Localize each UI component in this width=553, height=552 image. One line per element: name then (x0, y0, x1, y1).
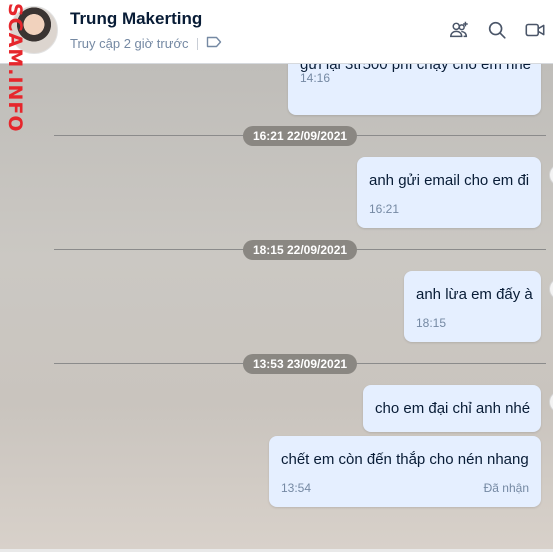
status-separator (197, 37, 199, 50)
message-text: gửi lại 3tr500 phí chạy cho em nhé (300, 64, 532, 73)
message-bubble[interactable]: gửi lại 3tr500 phí chạy cho em nhé 14:16 (288, 64, 541, 115)
date-pill: 13:53 23/09/2021 (242, 354, 358, 374)
add-member-button[interactable] (445, 16, 473, 44)
message-time: 18:15 (416, 316, 447, 330)
video-call-button[interactable] (521, 16, 549, 44)
message-time: 16:21 (369, 202, 400, 216)
chat-header: SCAM.INFO Trung Makerting Truy cập 2 giờ… (0, 0, 553, 132)
reaction-button[interactable] (549, 391, 553, 413)
date-divider: 16:21 22/09/2021 (54, 126, 546, 146)
reaction-button[interactable] (549, 164, 553, 186)
contact-status: Truy cập 2 giờ trước (70, 36, 222, 51)
message-text: chết em còn đến thắp cho nén nhang (281, 451, 529, 468)
add-user-icon (450, 21, 468, 38)
tag-icon[interactable] (206, 36, 222, 51)
search-button[interactable] (483, 16, 511, 44)
message-text: anh gửi email cho em đi (369, 172, 530, 189)
message-time: 13:54 (281, 481, 312, 495)
message-bubble[interactable]: chết em còn đến thắp cho nén nhang 13:54… (269, 436, 541, 507)
message-time: 14:16 (300, 71, 331, 85)
message-bubble[interactable]: anh lừa em đấy à 18:15 (404, 271, 541, 342)
date-pill: 16:21 22/09/2021 (242, 126, 358, 146)
last-seen-text: Truy cập 2 giờ trước (70, 36, 189, 51)
message-bubble[interactable]: anh gửi email cho em đi 16:21 (357, 157, 541, 228)
search-icon (488, 21, 506, 39)
reaction-button[interactable] (549, 278, 553, 300)
video-call-icon (525, 23, 545, 37)
delivery-status: Đã nhận (483, 481, 529, 495)
message-bubble[interactable]: cho em đại chỉ anh nhé (363, 385, 541, 432)
date-pill: 18:15 22/09/2021 (242, 240, 358, 260)
date-divider: 18:15 22/09/2021 (54, 240, 546, 260)
message-text: anh lừa em đấy à (416, 286, 533, 303)
date-divider: 13:53 23/09/2021 (54, 354, 546, 374)
message-text: cho em đại chỉ anh nhé (375, 400, 531, 417)
contact-name[interactable]: Trung Makerting (70, 9, 202, 29)
chat-area[interactable]: gửi lại 3tr500 phí chạy cho em nhé 14:16… (0, 64, 553, 549)
header-actions (445, 16, 549, 44)
scam-watermark: SCAM.INFO (4, 2, 26, 133)
